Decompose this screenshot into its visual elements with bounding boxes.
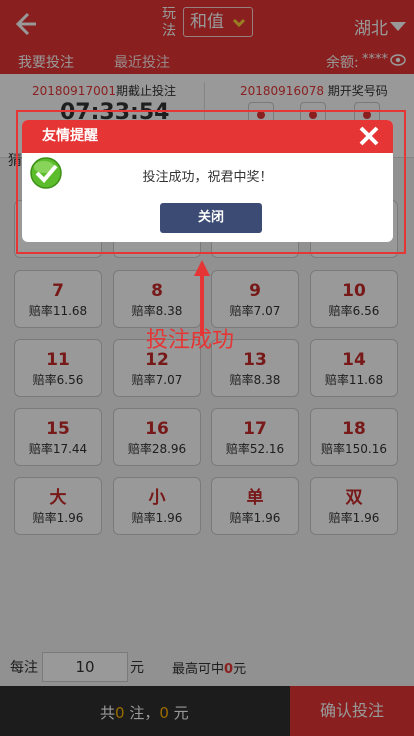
highlight-box xyxy=(16,110,406,254)
annotation-text: 投注成功 xyxy=(146,328,235,353)
